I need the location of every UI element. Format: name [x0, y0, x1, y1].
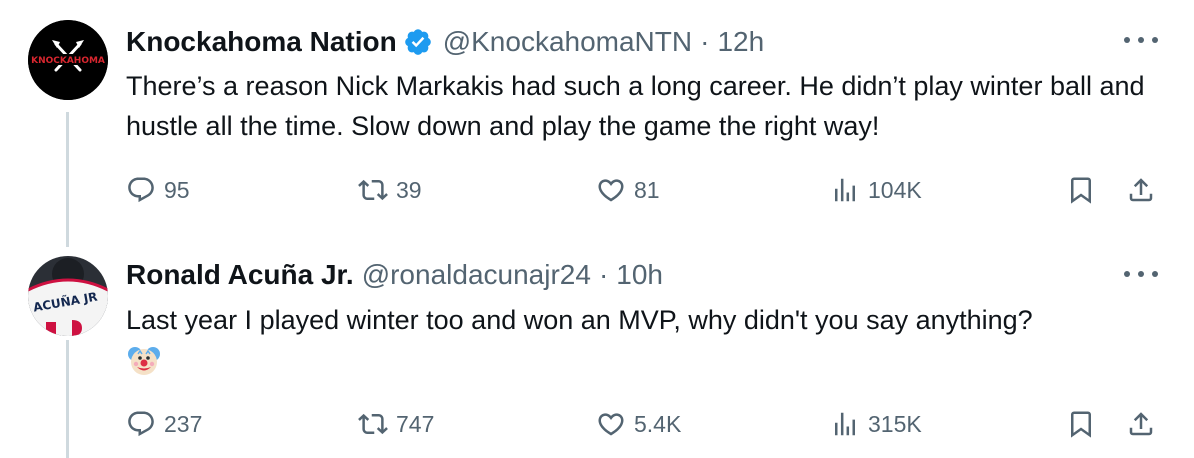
avatar-knockahoma-lettering: KNOCKAHOMA — [31, 56, 105, 66]
tweet-text: Last year I played winter too and won an… — [126, 305, 1033, 335]
display-name[interactable]: Ronald Acuña Jr. — [126, 259, 354, 291]
display-name[interactable]: Knockahoma Nation — [126, 26, 397, 58]
reply-icon — [128, 177, 154, 203]
like-count: 5.4K — [634, 410, 682, 437]
separator-dot: · — [700, 26, 710, 57]
timestamp[interactable]: 12h — [717, 26, 764, 58]
like-button[interactable]: 5.4K — [596, 404, 681, 444]
like-icon — [598, 179, 624, 202]
user-handle[interactable]: @KnockahomaNTN — [443, 26, 692, 58]
tweet-header: Knockahoma Nation @KnockahomaNTN · 12h — [126, 22, 764, 62]
separator-dot: · — [598, 259, 609, 290]
retweet-icon — [358, 413, 388, 435]
views-button[interactable]: 104K — [830, 170, 922, 210]
bookmark-button[interactable] — [1066, 404, 1096, 444]
action-bar: 237 747 5.4K 315K — [126, 404, 1166, 444]
like-count: 81 — [634, 176, 660, 203]
views-icon — [835, 412, 855, 436]
retweet-icon — [358, 179, 388, 201]
more-icon[interactable] — [1124, 268, 1158, 280]
tweet-text-block: Last year I played winter too and won an… — [126, 300, 1176, 389]
reply-count: 237 — [164, 410, 203, 437]
more-icon[interactable] — [1124, 34, 1158, 46]
verified-badge-icon — [404, 29, 431, 55]
like-button[interactable]: 81 — [596, 170, 660, 210]
user-handle[interactable]: @ronaldacunajr24 — [362, 259, 591, 291]
tweet-text: There’s a reason Nick Markakis had such … — [126, 71, 1145, 141]
like-icon — [598, 413, 624, 436]
share-button[interactable] — [1126, 404, 1156, 444]
retweet-count: 747 — [396, 410, 435, 437]
share-icon — [1129, 412, 1153, 436]
reply-button[interactable]: 237 — [126, 404, 202, 444]
tweet-knockahoma[interactable]: KNOCKAHOMA Knockahoma Nation @Knockahoma… — [0, 0, 1194, 240]
views-count: 104K — [868, 176, 922, 203]
reply-count: 95 — [164, 176, 190, 203]
share-icon — [1129, 178, 1153, 202]
avatar-knockahoma[interactable]: KNOCKAHOMA — [28, 20, 108, 100]
tweet-acuna[interactable]: ACUÑA JR Ronald Acuña Jr. @ronaldacunajr… — [0, 240, 1194, 458]
tweet-header: Ronald Acuña Jr. @ronaldacunajr24 · 10h — [126, 255, 663, 295]
reply-icon — [128, 411, 154, 437]
retweet-button[interactable]: 39 — [358, 170, 422, 210]
retweet-count: 39 — [396, 176, 422, 203]
reply-button[interactable]: 95 — [126, 170, 190, 210]
bookmark-icon — [1071, 177, 1091, 204]
views-button[interactable]: 315K — [830, 404, 922, 444]
clown-face-icon — [128, 347, 160, 375]
action-bar: 95 39 81 104K — [126, 170, 1166, 210]
bookmark-icon — [1071, 411, 1091, 438]
timestamp[interactable]: 10h — [616, 259, 663, 291]
bookmark-button[interactable] — [1066, 170, 1096, 210]
share-button[interactable] — [1126, 170, 1156, 210]
views-count: 315K — [868, 410, 922, 437]
retweet-button[interactable]: 747 — [358, 404, 434, 444]
avatar-acuna[interactable]: ACUÑA JR — [28, 256, 108, 336]
views-icon — [835, 178, 855, 202]
